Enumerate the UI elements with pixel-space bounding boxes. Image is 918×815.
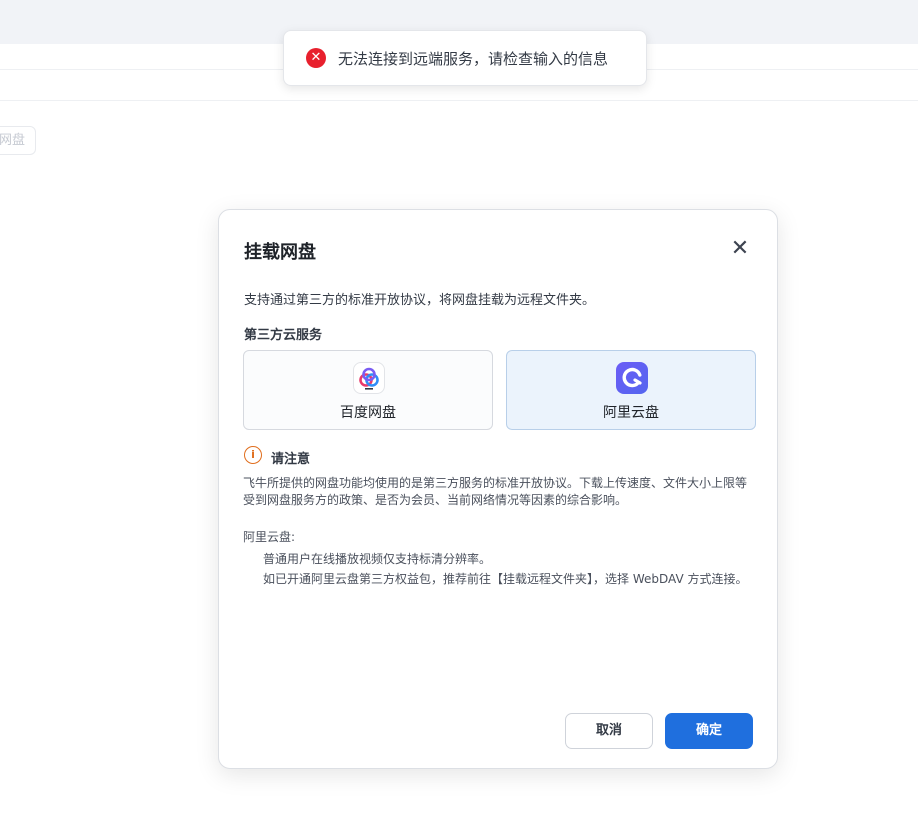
aliyun-drive-logo-icon bbox=[616, 362, 648, 394]
aliyun-note-line: 如已开通阿里云盘第三方权益包，推荐前往【挂载远程文件夹】，选择 WebDAV 方… bbox=[263, 572, 748, 586]
warning-info-icon: i bbox=[244, 446, 262, 464]
confirm-button[interactable]: 确定 bbox=[665, 713, 753, 749]
service-card-aliyun[interactable]: 阿里云盘 bbox=[506, 350, 756, 430]
close-icon[interactable]: ✕ bbox=[729, 238, 751, 260]
service-label: 阿里云盘 bbox=[603, 405, 659, 421]
service-label: 百度网盘 bbox=[340, 405, 396, 421]
notice-body: 飞牛所提供的网盘功能均使用的是第三方服务的标准开放协议。下载上传速度、文件大小上… bbox=[243, 476, 748, 507]
error-toast: ✕ 无法连接到远端服务，请检查输入的信息 bbox=[283, 30, 647, 86]
section-label: 第三方云服务 bbox=[244, 328, 323, 343]
toast-message: 无法连接到远端服务，请检查输入的信息 bbox=[338, 49, 609, 68]
dialog-title: 挂载网盘 bbox=[244, 242, 316, 263]
background-tab-chip: 网盘 bbox=[0, 126, 36, 155]
toolbar-divider bbox=[0, 100, 918, 101]
error-circle-icon: ✕ bbox=[306, 48, 326, 68]
cancel-button[interactable]: 取消 bbox=[565, 713, 653, 749]
aliyun-notes-title: 阿里云盘: bbox=[243, 530, 296, 544]
aliyun-note-line: 普通用户在线播放视频仅支持标清分辨率。 bbox=[263, 552, 492, 566]
service-card-baidu[interactable]: 百度网盘 bbox=[243, 350, 493, 430]
baidu-netdisk-logo-icon bbox=[353, 362, 385, 394]
mount-netdisk-dialog: 挂载网盘 ✕ 支持通过第三方的标准开放协议，将网盘挂载为远程文件夹。 第三方云服… bbox=[218, 209, 778, 769]
dialog-description: 支持通过第三方的标准开放协议，将网盘挂载为远程文件夹。 bbox=[244, 293, 596, 308]
notice-title: 请注意 bbox=[271, 452, 311, 467]
